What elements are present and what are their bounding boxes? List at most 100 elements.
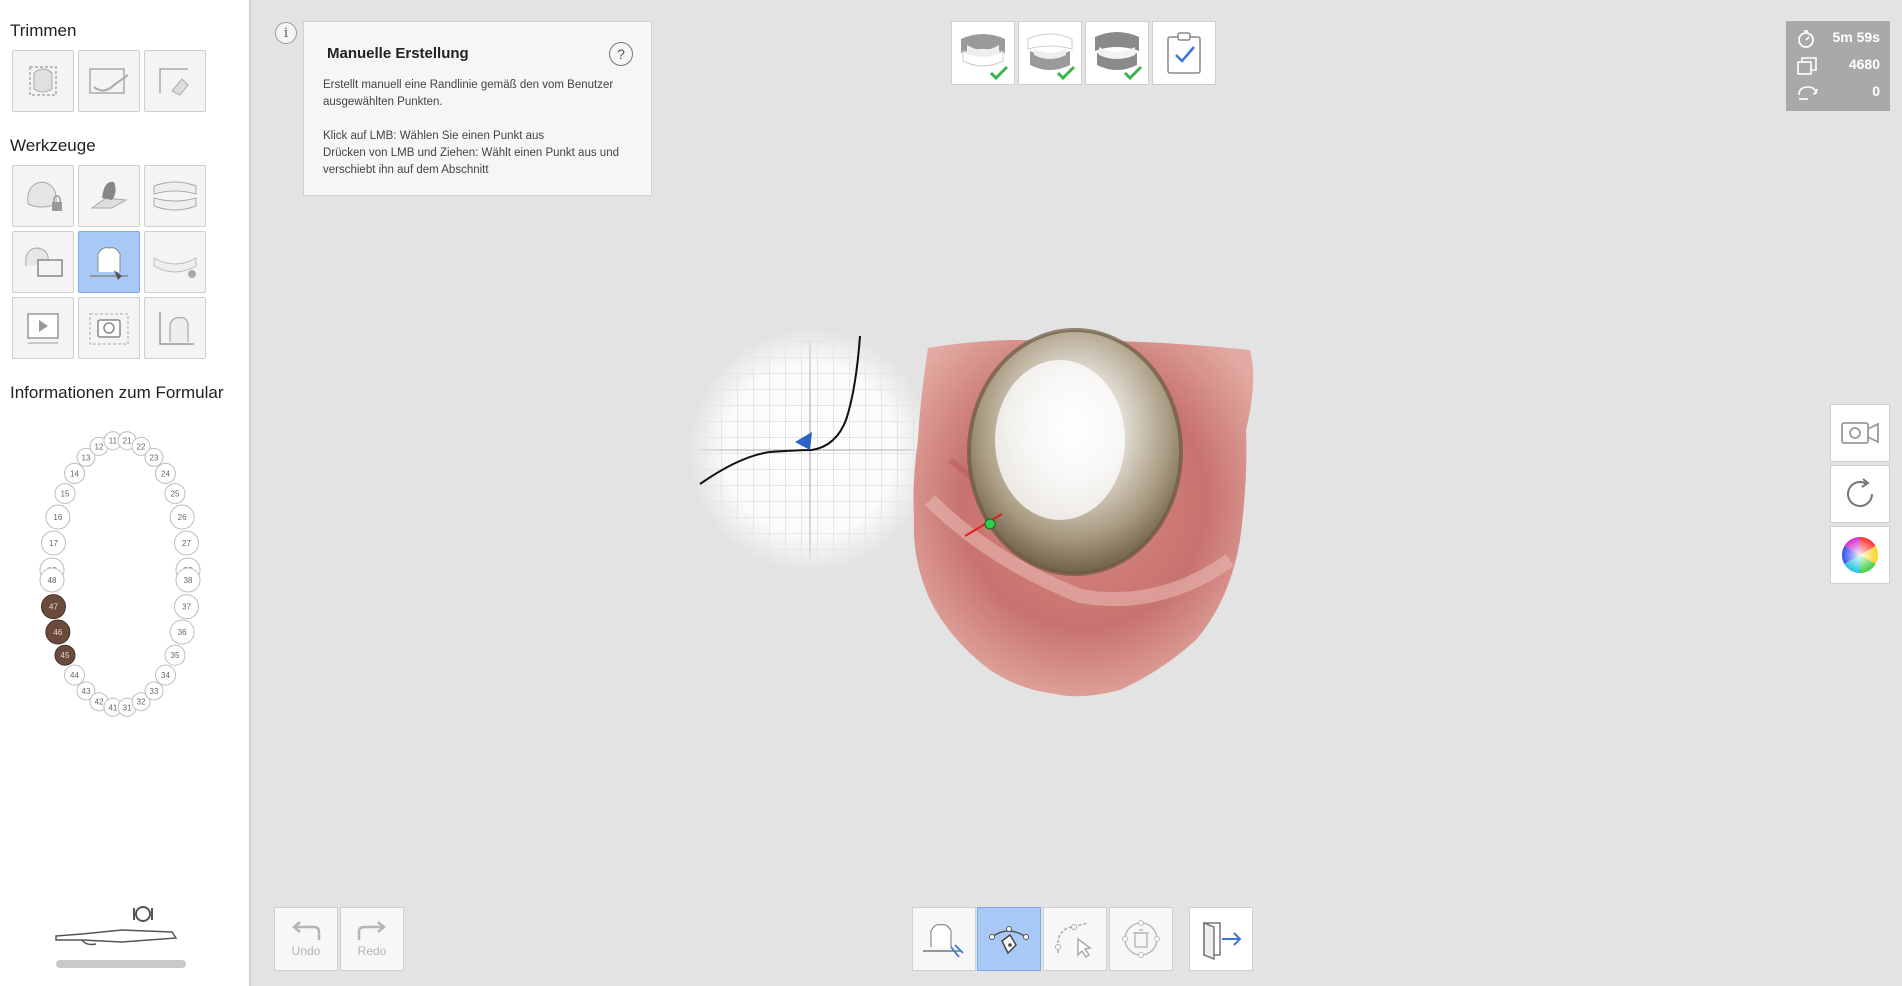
tooth-35[interactable]: 35: [164, 644, 186, 666]
arch-remove-tool[interactable]: [144, 231, 206, 293]
occlusion-tool[interactable]: [144, 165, 206, 227]
tooth-label: 34: [161, 671, 170, 680]
tooth-label: 17: [49, 539, 58, 548]
tooth-label: 13: [82, 453, 91, 462]
scan-compare-icon: [25, 247, 63, 277]
scan-compare-tool[interactable]: [12, 231, 74, 293]
tooth-lock-tool[interactable]: [12, 165, 74, 227]
tooth-lock-icon: [27, 181, 62, 211]
tooth-label: 36: [178, 628, 187, 637]
tooth-25[interactable]: 25: [164, 483, 186, 505]
tooth-label: 26: [178, 513, 187, 522]
tooth-label: 33: [150, 687, 159, 696]
tooth-label: 21: [123, 437, 132, 446]
video-play-tool[interactable]: [12, 297, 74, 359]
trash-icon: [1122, 920, 1160, 958]
margin-line-icon: [90, 247, 128, 280]
measure-icon: [159, 312, 194, 345]
trim-box-icon: [29, 66, 57, 96]
arch-remove-icon: [153, 257, 197, 278]
tooth-label: 47: [49, 603, 58, 612]
tooth-14[interactable]: 14: [63, 462, 85, 484]
tooth-38[interactable]: 38: [175, 567, 201, 593]
cross-section-view[interactable]: [688, 328, 932, 572]
tooth-label: 42: [95, 698, 104, 707]
auto-margin-button[interactable]: [912, 907, 976, 971]
manual-margin-button[interactable]: [977, 907, 1041, 971]
video-play-icon: [27, 313, 59, 344]
measure-tool[interactable]: [144, 297, 206, 359]
pen-point-icon: [989, 926, 1029, 955]
trim-section-title: Trimmen: [10, 21, 77, 40]
tooth-label: 16: [53, 513, 62, 522]
tooth-label: 11: [109, 437, 118, 446]
tooth-label: 14: [70, 469, 79, 478]
tooth-27[interactable]: 27: [174, 530, 200, 556]
tooth-label: 37: [182, 603, 191, 612]
tooth-17[interactable]: 17: [40, 530, 66, 556]
undo-icon: [292, 921, 321, 940]
refresh-icon: [1847, 478, 1873, 507]
tooth-label: 24: [161, 469, 170, 478]
camera-icon: [89, 313, 129, 345]
auto-margin-icon: [923, 924, 964, 958]
tooth-26[interactable]: 26: [169, 504, 195, 530]
tooth-label: 41: [108, 703, 117, 712]
redo-icon: [357, 921, 386, 940]
tooth-23[interactable]: 23: [144, 447, 164, 467]
edit-points-button[interactable]: [1043, 907, 1107, 971]
tooth-label: 15: [61, 490, 70, 499]
tooth-fill-icon: [90, 181, 128, 209]
tooth-label: 35: [171, 651, 180, 660]
left-sidebar: Trimmen Werkzeuge Informationen zum Form…: [0, 0, 251, 986]
trim-box-tool[interactable]: [12, 50, 74, 112]
exit-door-icon: [1203, 921, 1242, 961]
undo-label: Undo: [291, 944, 321, 958]
3d-viewport[interactable]: [251, 0, 1821, 900]
margin-line-tool[interactable]: [78, 231, 140, 293]
reset-view-button[interactable]: [1830, 465, 1890, 523]
tooth-label: 27: [182, 539, 191, 548]
tooth-chart: 1817161514131211212223242526272848474645…: [39, 431, 201, 717]
tooth-44[interactable]: 44: [63, 664, 85, 686]
video-camera-icon: [1841, 422, 1879, 444]
tooth-16[interactable]: 16: [45, 504, 71, 530]
tooth-24[interactable]: 24: [155, 462, 177, 484]
tooth-34[interactable]: 34: [155, 664, 177, 686]
form-info-title: Informationen zum Formular: [10, 383, 224, 402]
exit-button[interactable]: [1189, 907, 1253, 971]
tooth-label: 45: [61, 651, 70, 660]
tooth-label: 38: [184, 576, 193, 585]
margin-point[interactable]: [984, 518, 996, 530]
tooth-label: 25: [171, 490, 180, 499]
tooth-33[interactable]: 33: [144, 681, 164, 701]
tooth-fill-tool[interactable]: [78, 165, 140, 227]
tooth-45[interactable]: 45: [54, 644, 76, 666]
tooth-37[interactable]: 37: [174, 594, 200, 620]
color-wheel-icon: [1841, 537, 1879, 573]
trim-lasso-tool[interactable]: [144, 50, 206, 112]
tools-section-title: Werkzeuge: [10, 136, 96, 155]
tooth-label: 43: [82, 687, 91, 696]
tooth-47[interactable]: 47: [40, 594, 66, 620]
trim-lasso-icon: [159, 68, 189, 96]
redo-button[interactable]: Redo: [340, 907, 404, 971]
occlusion-icon: [153, 181, 197, 211]
tooth-label: 23: [150, 453, 159, 462]
trim-brush-icon: [89, 68, 129, 94]
trim-brush-tool[interactable]: [78, 50, 140, 112]
record-video-button[interactable]: [1830, 404, 1890, 462]
edit-points-icon: [1055, 922, 1092, 959]
undo-button[interactable]: Undo: [274, 907, 338, 971]
tooth-46[interactable]: 46: [45, 619, 71, 645]
color-map-button[interactable]: [1830, 526, 1890, 584]
camera-tool[interactable]: [78, 297, 140, 359]
tooth-48[interactable]: 48: [39, 567, 65, 593]
tooth-36[interactable]: 36: [169, 619, 195, 645]
tooth-15[interactable]: 15: [54, 483, 76, 505]
redo-label: Redo: [357, 944, 387, 958]
tooth-label: 48: [48, 576, 57, 585]
tooth-label: 44: [70, 671, 79, 680]
delete-margin-button[interactable]: [1109, 907, 1173, 971]
tooth-label: 22: [137, 442, 146, 451]
